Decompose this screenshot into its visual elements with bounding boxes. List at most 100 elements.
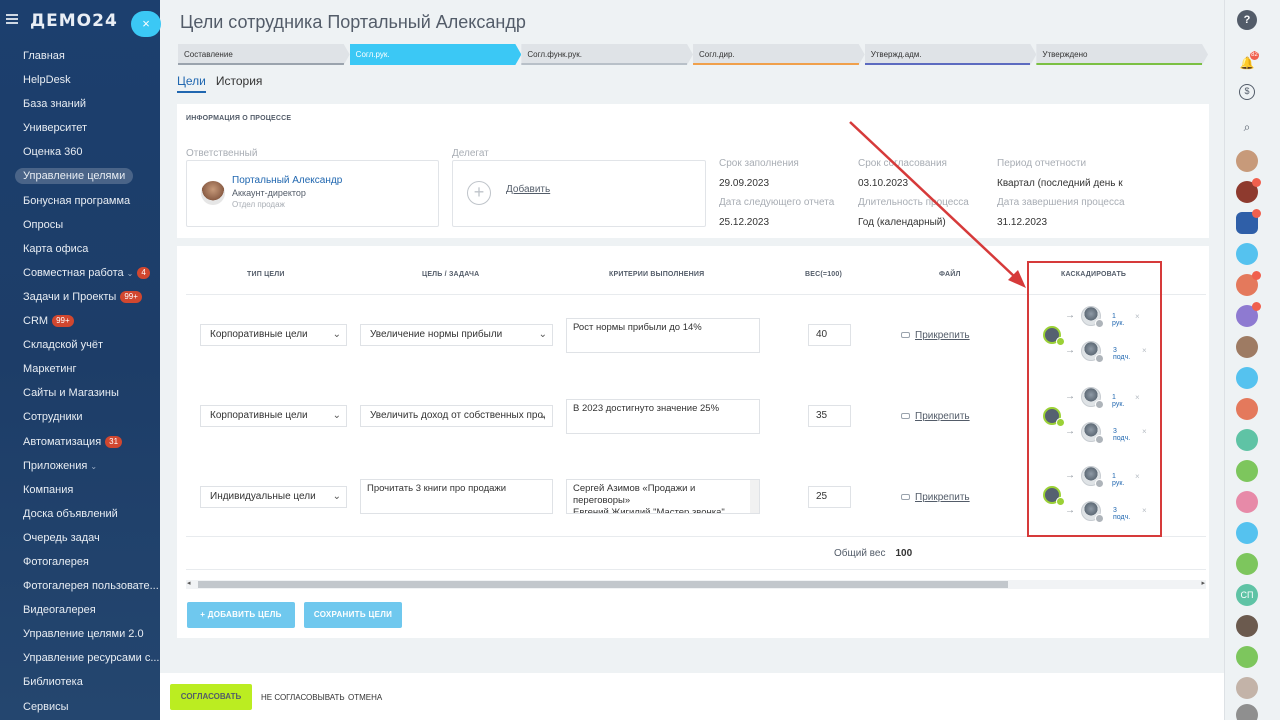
column-header-goal: ЦЕЛЬ / ЗАДАЧА xyxy=(422,271,480,278)
bottom-action-bar: СОГЛАСОВАТЬ НЕ СОГЛАСОВЫВАТЬ ОТМЕНА xyxy=(160,673,1224,720)
table-bottom-divider xyxy=(186,569,1206,570)
sidebar-item-automation[interactable]: Автоматизация 31 xyxy=(0,430,160,454)
stage-admin-approval[interactable]: Утвержд.адм. xyxy=(865,44,1037,65)
goal-type-select[interactable]: Корпоративные цели ⌄ xyxy=(200,405,347,427)
tab-goals[interactable]: Цели xyxy=(177,74,206,93)
group-chat-icon[interactable] xyxy=(1236,302,1261,327)
group-chat-icon[interactable] xyxy=(1236,460,1258,482)
column-header-criteria: КРИТЕРИИ ВЫПОЛНЕНИЯ xyxy=(609,271,705,278)
menu-burger-icon[interactable] xyxy=(6,14,18,24)
stage-underline xyxy=(1036,63,1202,65)
search-icon[interactable]: ⌕ xyxy=(1238,118,1256,136)
goal-select[interactable]: Увеличить доход от собственных про, ⌄ xyxy=(360,405,553,427)
page-tabs: Цели История xyxy=(177,74,262,93)
highlight-annotation-box xyxy=(1027,261,1162,537)
group-chat-icon[interactable] xyxy=(1236,522,1258,544)
add-delegate-plus-icon[interactable]: + xyxy=(467,181,491,205)
avatar[interactable] xyxy=(201,181,225,205)
add-goal-button[interactable]: + ДОБАВИТЬ ЦЕЛЬ xyxy=(187,602,295,628)
sidebar-item-task-queue[interactable]: Очередь задач xyxy=(0,526,160,550)
group-chat-icon[interactable] xyxy=(1236,646,1258,668)
contact-avatar[interactable] xyxy=(1236,150,1258,172)
sidebar-item-video-gallery[interactable]: Видеогалерея xyxy=(0,598,160,622)
sidebar-item-employees[interactable]: Сотрудники xyxy=(0,405,160,429)
attach-file-link[interactable]: Прикрепить xyxy=(901,330,970,341)
group-chat-icon[interactable] xyxy=(1236,553,1258,575)
cancel-button[interactable]: ОТМЕНА xyxy=(348,693,382,702)
attach-file-link[interactable]: Прикрепить xyxy=(901,411,970,422)
scrollbar-thumb[interactable] xyxy=(198,581,1008,588)
sidebar-item-university[interactable]: Университет xyxy=(0,116,160,140)
chevron-down-icon: ⌄ xyxy=(332,329,341,340)
criteria-textarea[interactable]: Рост нормы прибыли до 14% xyxy=(566,318,760,353)
sidebar-item-warehouse[interactable]: Складской учёт xyxy=(0,333,160,357)
save-goals-button[interactable]: СОХРАНИТЬ ЦЕЛИ xyxy=(304,602,402,628)
group-chat-icon[interactable] xyxy=(1236,209,1261,234)
sidebar-item-library[interactable]: Библиотека xyxy=(0,670,160,694)
sidebar-item-goal-management-2[interactable]: Управление целями 2.0 xyxy=(0,622,160,646)
sidebar-close-button[interactable]: × xyxy=(131,11,161,37)
goal-type-select[interactable]: Индивидуальные цели ⌄ xyxy=(200,486,347,508)
sidebar-item-services[interactable]: Сервисы xyxy=(0,695,160,719)
horizontal-scrollbar[interactable]: ◂ ▸ xyxy=(186,580,1206,589)
scroll-left-icon[interactable]: ◂ xyxy=(187,579,191,587)
contact-avatar[interactable] xyxy=(1236,178,1261,203)
portal-logo[interactable]: ДЕМО24 xyxy=(30,11,118,31)
stage-director-approval[interactable]: Согл.дир. xyxy=(693,44,865,65)
sidebar-item-tasks[interactable]: Задачи и Проекты 99+ xyxy=(0,285,160,309)
sidebar-item-bonus-program[interactable]: Бонусная программа xyxy=(0,189,160,213)
add-delegate-link[interactable]: Добавить xyxy=(506,184,550,195)
criteria-textarea[interactable]: Сергей Азимов «Продажи и переговоры» Евг… xyxy=(566,479,760,514)
goal-type-select[interactable]: Корпоративные цели ⌄ xyxy=(200,324,347,346)
sidebar-item-main[interactable]: Главная xyxy=(0,44,160,68)
contact-avatar[interactable] xyxy=(1236,336,1258,358)
goal-select[interactable]: Увеличение нормы прибыли ⌄ xyxy=(360,324,553,346)
sidebar-item-goal-management[interactable]: Управление целями xyxy=(0,164,160,188)
stage-manager-approval[interactable]: Согл.рук. xyxy=(350,44,522,65)
contact-avatar[interactable] xyxy=(1236,704,1258,720)
attach-file-link[interactable]: Прикрепить xyxy=(901,492,970,503)
sidebar-item-office-map[interactable]: Карта офиса xyxy=(0,237,160,261)
contact-avatar[interactable] xyxy=(1236,367,1258,389)
contact-avatar[interactable] xyxy=(1236,615,1258,637)
sidebar-item-photo-gallery[interactable]: Фотогалерея xyxy=(0,550,160,574)
currency-icon[interactable]: $ xyxy=(1239,84,1255,100)
sidebar-item-applications[interactable]: Приложения ⌄ xyxy=(0,454,160,478)
sidebar-item-assessment-360[interactable]: Оценка 360 xyxy=(0,140,160,164)
stage-drafting[interactable]: Составление xyxy=(178,44,350,65)
sidebar-item-helpdesk[interactable]: HelpDesk xyxy=(0,68,160,92)
contact-avatar[interactable] xyxy=(1236,398,1258,420)
sidebar-item-knowledge-base[interactable]: База знаний xyxy=(0,92,160,116)
stage-functional-manager-approval[interactable]: Согл.функ.рук. xyxy=(521,44,693,65)
sidebar-item-bulletin-board[interactable]: Доска объявлений xyxy=(0,502,160,526)
tab-history[interactable]: История xyxy=(216,74,263,93)
bell-icon[interactable]: 🔔 82 xyxy=(1238,51,1259,72)
sidebar-item-resource-management[interactable]: Управление ресурсами с... xyxy=(0,646,160,670)
responsible-name-link[interactable]: Портальный Александр xyxy=(232,175,342,186)
weight-input[interactable]: 25 xyxy=(808,486,851,508)
sidebar-item-sites[interactable]: Сайты и Магазины xyxy=(0,381,160,405)
weight-input[interactable]: 35 xyxy=(808,405,851,427)
sidebar-item-marketing[interactable]: Маркетинг xyxy=(0,357,160,381)
sidebar-item-user-photo-gallery[interactable]: Фотогалерея пользовате... xyxy=(0,574,160,598)
criteria-textarea[interactable]: В 2023 достигнуто значение 25% xyxy=(566,399,760,434)
user-initials-avatar[interactable]: СП xyxy=(1236,584,1258,606)
weight-input[interactable]: 40 xyxy=(808,324,851,346)
sidebar-item-surveys[interactable]: Опросы xyxy=(0,213,160,237)
sidebar-item-company[interactable]: Компания xyxy=(0,478,160,502)
video-call-icon[interactable] xyxy=(1236,429,1258,451)
goal-textarea[interactable]: Прочитать 3 книги про продажи xyxy=(360,479,553,514)
scroll-right-icon[interactable]: ▸ xyxy=(1201,579,1205,587)
contact-avatar[interactable] xyxy=(1236,271,1261,296)
sidebar-item-collaboration[interactable]: Совместная работа ⌄ 4 xyxy=(0,261,160,285)
contact-avatar[interactable] xyxy=(1236,677,1258,699)
stage-approved[interactable]: Утверждено xyxy=(1036,44,1208,65)
approve-button[interactable]: СОГЛАСОВАТЬ xyxy=(170,684,252,710)
textarea-scrollbar[interactable] xyxy=(750,480,759,513)
help-icon[interactable]: ? xyxy=(1237,10,1257,30)
contact-avatar[interactable] xyxy=(1236,243,1258,265)
reject-button[interactable]: НЕ СОГЛАСОВЫВАТЬ xyxy=(261,693,345,702)
sidebar-item-crm[interactable]: CRM 99+ xyxy=(0,309,160,333)
contact-avatar[interactable] xyxy=(1236,491,1258,513)
attach-icon xyxy=(901,494,910,501)
